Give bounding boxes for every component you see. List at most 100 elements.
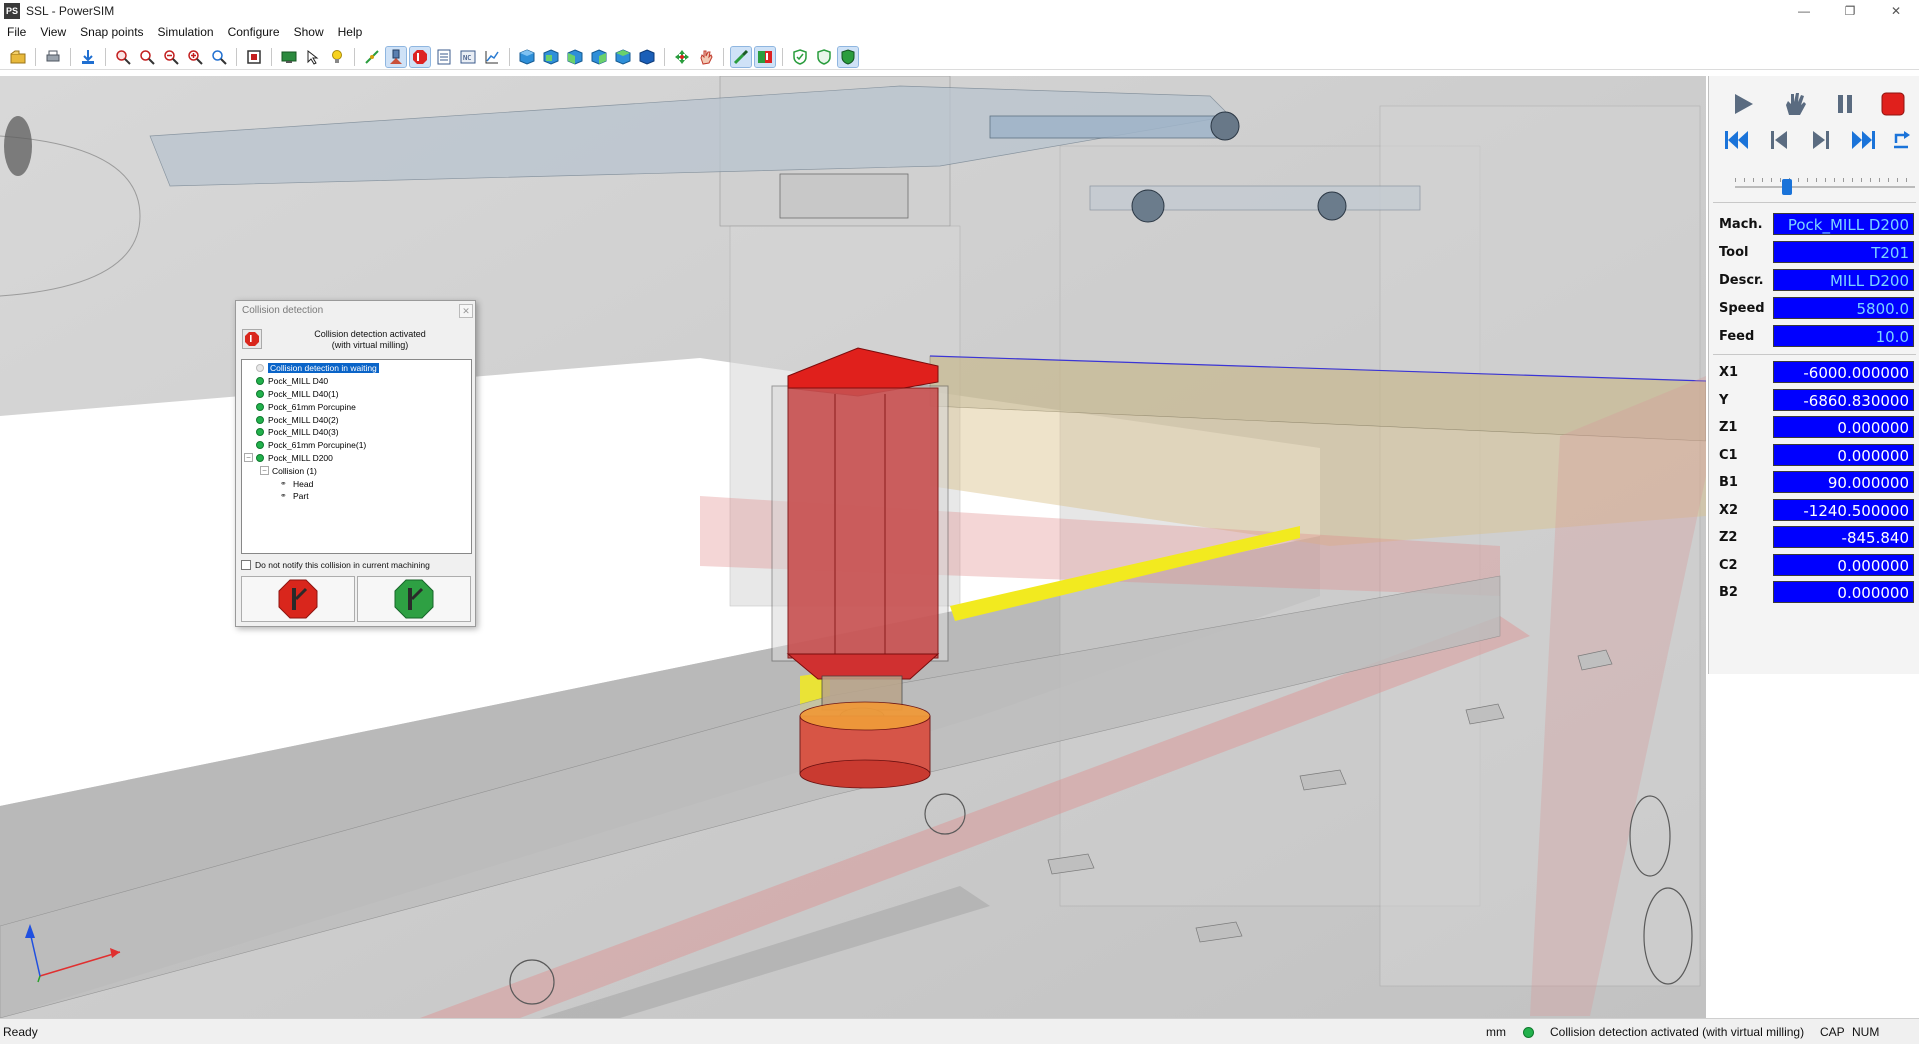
restore-icon[interactable]: ❐	[1827, 0, 1873, 22]
hand-icon[interactable]	[696, 47, 716, 67]
rewind-start-icon	[1725, 131, 1748, 149]
app-logo-icon: PS	[4, 3, 20, 19]
print-icon[interactable]	[43, 47, 63, 67]
rewind-start-button[interactable]	[1723, 126, 1751, 154]
status-cap: CAP	[1820, 1025, 1845, 1039]
view-back-icon[interactable]	[613, 47, 633, 67]
menu-simulation[interactable]: Simulation	[151, 25, 221, 39]
dialog-close-icon[interactable]: ✕	[459, 304, 473, 318]
status-units: mm	[1486, 1025, 1506, 1039]
window-title: SSL - PowerSIM	[26, 4, 115, 18]
collision-detection-dialog: Collision detection ✕ Collision detectio…	[235, 300, 476, 627]
axis-value: -6860.830000	[1773, 389, 1914, 411]
collision-tree[interactable]: Collision detection in waiting Pock_MILL…	[241, 359, 472, 554]
status-ready: Ready	[3, 1025, 38, 1039]
play-button[interactable]	[1729, 90, 1757, 118]
step-back-button[interactable]	[1765, 126, 1793, 154]
tree-item-label: Head	[293, 478, 314, 489]
shield-outline-icon[interactable]	[790, 47, 810, 67]
view-iso-icon[interactable]	[517, 47, 537, 67]
toolbar-separator	[782, 47, 783, 66]
tree-item[interactable]: ⚭ Part	[242, 490, 471, 503]
axis-value: -6000.000000	[1773, 361, 1914, 383]
collision-stop-icon[interactable]	[409, 45, 431, 68]
axis-label: Y	[1719, 392, 1729, 408]
menu-help[interactable]: Help	[331, 25, 370, 39]
tree-item[interactable]: Pock_MILL D40(1)	[242, 388, 471, 401]
loop-button[interactable]	[1887, 126, 1915, 154]
move-axes-icon[interactable]	[672, 47, 692, 67]
continue-simulation-button[interactable]	[357, 576, 471, 622]
axis-z1: Z1 0.000000	[1713, 415, 1917, 439]
stop-simulation-button[interactable]	[241, 576, 355, 622]
field-feed: Feed 10.0	[1713, 324, 1917, 348]
view-right-icon[interactable]	[589, 47, 609, 67]
menu-show[interactable]: Show	[287, 25, 331, 39]
field-value: 5800.0	[1773, 297, 1914, 319]
stop-icon	[1881, 92, 1905, 116]
collapse-icon[interactable]: −	[244, 453, 253, 463]
shield-check-icon[interactable]	[814, 47, 834, 67]
toolbar: NC	[0, 44, 1919, 70]
screen-capture-icon[interactable]	[279, 47, 299, 67]
shield-filled-icon[interactable]	[837, 45, 859, 68]
tree-item[interactable]: Pock_MILL D40(2)	[242, 413, 471, 426]
nc-code-icon[interactable]: NC	[458, 47, 478, 67]
minimize-icon[interactable]: —	[1781, 0, 1827, 22]
tree-item[interactable]: Collision detection in waiting	[242, 362, 471, 375]
menu-file[interactable]: File	[0, 25, 33, 39]
menu-snap-points[interactable]: Snap points	[73, 25, 150, 39]
tool-path-icon[interactable]	[362, 47, 382, 67]
red-stop-icon	[278, 579, 318, 619]
zoom-all-icon[interactable]	[137, 47, 157, 67]
tree-item[interactable]: − Pock_MILL D200	[242, 452, 471, 465]
status-dot-icon	[256, 364, 264, 373]
panel-divider	[1713, 202, 1916, 203]
view-top-icon[interactable]	[637, 47, 657, 67]
step-forward-button[interactable]	[1807, 126, 1835, 154]
tree-item-label: Pock_61mm Porcupine(1)	[268, 440, 367, 451]
tree-item[interactable]: ⚭ Head	[242, 477, 471, 490]
light-bulb-icon[interactable]	[327, 47, 347, 67]
tree-item[interactable]: − Collision (1)	[242, 464, 471, 477]
fit-view-icon[interactable]	[244, 47, 264, 67]
green-continue-icon	[394, 579, 434, 619]
green-dot-icon	[256, 415, 264, 424]
field-tool: Tool T201	[1713, 240, 1917, 264]
virtual-milling-icon[interactable]	[730, 45, 752, 68]
stop-button[interactable]	[1879, 90, 1907, 118]
menu-view[interactable]: View	[33, 25, 73, 39]
zoom-window-icon[interactable]	[113, 47, 133, 67]
speed-slider[interactable]	[1735, 186, 1915, 188]
tree-item[interactable]: Pock_61mm Porcupine(1)	[242, 439, 471, 452]
view-front-icon[interactable]	[541, 47, 561, 67]
speed-slider-thumb[interactable]	[1782, 179, 1793, 195]
collision-toggle-icon[interactable]	[754, 45, 776, 68]
tree-item[interactable]: Pock_MILL D40	[242, 375, 471, 388]
toolbar-separator	[509, 47, 510, 66]
close-icon[interactable]: ✕	[1873, 0, 1919, 22]
tree-item[interactable]: Pock_61mm Porcupine	[242, 400, 471, 413]
dialog-heading: Collision detection activated (with virt…	[272, 329, 468, 351]
select-tool-icon[interactable]	[303, 47, 323, 67]
menu-configure[interactable]: Configure	[221, 25, 287, 39]
collapse-icon[interactable]: −	[260, 466, 269, 476]
zoom-dynamic-icon[interactable]	[209, 47, 229, 67]
green-dot-icon	[256, 441, 264, 450]
simulation-viewport[interactable]: Collision detection ✕ Collision detectio…	[0, 76, 1706, 1018]
hand-stop-button[interactable]	[1781, 90, 1809, 118]
axis-y: Y -6860.830000	[1713, 388, 1917, 412]
checkbox-box[interactable]	[241, 560, 251, 570]
tree-item[interactable]: Pock_MILL D40(3)	[242, 426, 471, 439]
forward-end-button[interactable]	[1849, 126, 1877, 154]
zoom-in-icon[interactable]	[185, 47, 205, 67]
open-folder-icon[interactable]	[8, 47, 28, 67]
graph-icon[interactable]	[482, 47, 502, 67]
zoom-out-icon[interactable]	[161, 47, 181, 67]
do-not-notify-checkbox[interactable]: Do not notify this collision in current …	[241, 560, 430, 570]
machine-head-icon[interactable]	[385, 45, 407, 68]
report-icon[interactable]	[434, 47, 454, 67]
pause-button[interactable]	[1831, 90, 1859, 118]
import-icon[interactable]	[78, 47, 98, 67]
view-left-icon[interactable]	[565, 47, 585, 67]
